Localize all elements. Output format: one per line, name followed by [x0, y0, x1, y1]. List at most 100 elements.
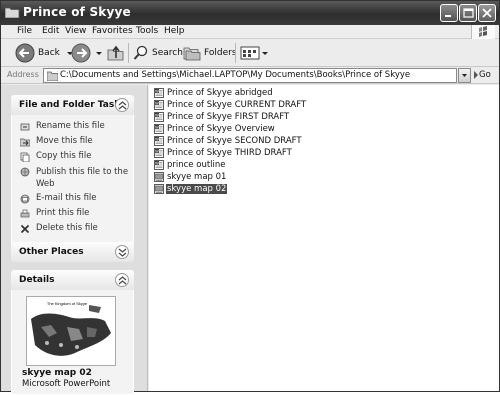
- file-item[interactable]: W Prince of Skyye FIRST DRAFT: [154, 111, 290, 122]
- file-name: Prince of Skyye CURRENT DRAFT: [167, 99, 307, 110]
- details-file-name: skyye map 02: [22, 368, 92, 378]
- task-label: Copy this file: [36, 151, 92, 161]
- menu-file[interactable]: File: [17, 26, 32, 36]
- chevron-down-icon[interactable]: [261, 49, 269, 57]
- word-document-icon: W: [154, 123, 164, 134]
- file-item[interactable]: skyye map 02: [154, 183, 228, 194]
- file-folder-tasks-header[interactable]: File and Folder Tasks: [11, 95, 134, 115]
- details-header[interactable]: Details: [11, 270, 134, 290]
- delete-icon: [20, 224, 30, 234]
- collapse-chevron-icon[interactable]: [115, 273, 129, 287]
- search-icon: [133, 45, 148, 60]
- file-item[interactable]: Wprince outline: [154, 159, 227, 170]
- other-places-panel: Other Places: [11, 242, 134, 262]
- views-button[interactable]: [240, 42, 269, 64]
- explorer-window: Prince of Skyye File Edit View Favorites…: [0, 0, 500, 395]
- file-name: prince outline: [167, 159, 226, 170]
- file-item[interactable]: W Prince of Skyye THIRD DRAFT: [154, 147, 293, 158]
- svg-text:W: W: [155, 149, 159, 153]
- publish-web-icon: [20, 167, 30, 177]
- svg-text:W: W: [155, 137, 159, 141]
- back-button[interactable]: Back: [15, 42, 74, 64]
- svg-text:W: W: [155, 101, 159, 105]
- folders-label: Folders: [204, 48, 237, 58]
- forward-arrow-icon: [71, 43, 91, 63]
- toolbar: Back Search Folders: [1, 39, 499, 67]
- word-document-icon: W: [154, 87, 164, 98]
- file-item[interactable]: skyye map 01: [154, 171, 227, 182]
- panel-title: File and Folder Tasks: [19, 100, 126, 110]
- print-icon: [20, 209, 30, 218]
- task-label: Print this file: [36, 208, 90, 218]
- up-folder-button[interactable]: [107, 42, 125, 64]
- task-move[interactable]: Move this file: [12, 136, 133, 148]
- collapse-chevron-icon[interactable]: [115, 98, 129, 112]
- panel-title: Other Places: [19, 247, 84, 257]
- map-thumbnail-icon: The Kingdom of Skyye: [27, 297, 115, 365]
- file-item[interactable]: W Prince of Skyye abridged: [154, 87, 274, 98]
- forward-button[interactable]: [71, 42, 103, 64]
- task-delete[interactable]: Delete this file: [12, 223, 133, 235]
- folders-button[interactable]: Folders: [183, 42, 237, 64]
- window-title: Prince of Skyye: [23, 5, 131, 19]
- file-item[interactable]: W Prince of Skyye Overview: [154, 123, 276, 134]
- menu-view[interactable]: View: [65, 26, 86, 36]
- go-button[interactable]: Go: [479, 70, 491, 80]
- address-input[interactable]: C:\Documents and Settings\Michael.LAPTOP…: [43, 68, 457, 83]
- task-publish-web[interactable]: Publish this file to the Web: [12, 166, 133, 190]
- file-list: W Prince of Skyye abridged W Prince of Skyy…: [149, 85, 499, 391]
- file-name: skyye map 01: [167, 171, 227, 182]
- menu-help[interactable]: Help: [164, 26, 185, 36]
- other-places-header[interactable]: Other Places: [11, 242, 134, 262]
- task-email[interactable]: E-mail this file: [12, 193, 133, 205]
- details-panel: Details The Kingdom of Skyye skyye map 0…: [11, 270, 134, 395]
- close-button[interactable]: [478, 4, 496, 22]
- toolbar-separator: [128, 43, 129, 63]
- chevron-down-icon[interactable]: [95, 49, 103, 57]
- details-file-type: Microsoft PowerPoint: [22, 379, 111, 389]
- tasks-list: Rename this file Move this file Copy thi…: [11, 115, 134, 243]
- rename-icon: [20, 123, 30, 131]
- file-name: Prince of Skyye THIRD DRAFT: [167, 147, 292, 158]
- expand-chevron-icon[interactable]: [115, 245, 129, 259]
- task-label: E-mail this file: [36, 193, 97, 203]
- file-item[interactable]: W Prince of Skyye CURRENT DRAFT: [154, 99, 307, 110]
- maximize-button[interactable]: [459, 4, 477, 22]
- task-rename[interactable]: Rename this file: [12, 121, 133, 133]
- word-document-icon: W: [154, 147, 164, 158]
- word-document-icon: W: [154, 99, 164, 110]
- task-print[interactable]: Print this file: [12, 208, 133, 220]
- close-icon: [482, 8, 492, 18]
- task-label: Move this file: [36, 136, 93, 146]
- search-button[interactable]: Search: [133, 42, 183, 64]
- svg-text:W: W: [155, 125, 159, 129]
- folder-icon: [5, 7, 20, 18]
- task-pane: File and Folder Tasks Rename this file M…: [1, 85, 148, 395]
- minimize-button[interactable]: [440, 4, 458, 22]
- task-label: Rename this file: [36, 121, 105, 131]
- address-dropdown-button[interactable]: [458, 68, 471, 83]
- task-label: Delete this file: [36, 223, 98, 233]
- details-body: The Kingdom of Skyye skyye map 02 Micros…: [11, 290, 134, 395]
- menu-favorites[interactable]: Favorites: [92, 26, 133, 36]
- menu-tools[interactable]: Tools: [136, 26, 158, 36]
- folder-icon: [47, 71, 58, 81]
- move-icon: [20, 138, 30, 147]
- windows-logo-icon: [471, 25, 495, 39]
- task-copy[interactable]: Copy this file: [12, 151, 133, 163]
- minimize-icon: [445, 15, 451, 17]
- menu-edit[interactable]: Edit: [42, 26, 59, 36]
- title-bar[interactable]: Prince of Skyye: [1, 1, 499, 25]
- word-document-icon: W: [154, 159, 164, 170]
- menu-bar: File Edit View Favorites Tools Help: [1, 25, 499, 39]
- svg-text:W: W: [155, 89, 159, 93]
- powerpoint-icon: [154, 183, 164, 194]
- panel-title: Details: [19, 275, 55, 285]
- views-icon: [240, 46, 260, 60]
- up-folder-icon: [107, 45, 124, 61]
- file-item[interactable]: W Prince of Skyye SECOND DRAFT: [154, 135, 303, 146]
- chevron-down-icon: [462, 74, 467, 77]
- word-document-icon: W: [154, 135, 164, 146]
- task-label: Publish this file to the Web: [36, 167, 129, 189]
- folders-icon: [183, 47, 201, 61]
